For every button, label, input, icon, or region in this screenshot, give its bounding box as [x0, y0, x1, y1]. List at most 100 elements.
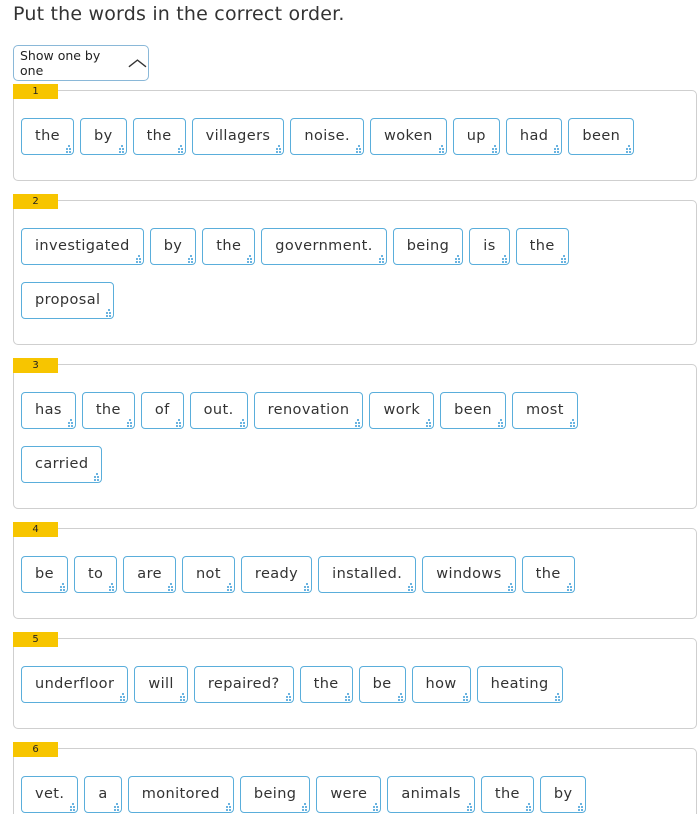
word-chip[interactable]: villagers [191, 118, 285, 155]
word-row: proposal [21, 282, 115, 319]
word-chip[interactable]: investigated [21, 228, 144, 265]
word-chip[interactable]: been [568, 118, 635, 155]
word-chip-label: woken [383, 128, 433, 144]
word-chip[interactable]: repaired? [193, 666, 294, 703]
word-chip-label: the [146, 128, 172, 144]
drag-handle-icon [565, 583, 572, 591]
word-chip[interactable]: by [80, 118, 127, 155]
drag-handle-icon [424, 419, 432, 427]
word-chip[interactable]: proposal [21, 282, 115, 319]
word-chip[interactable]: had [505, 118, 563, 155]
word-chip[interactable]: the [132, 118, 186, 155]
word-chip[interactable]: work [369, 392, 435, 429]
drag-handle-icon [58, 583, 65, 591]
word-chip[interactable]: been [440, 392, 507, 429]
drag-handle-icon [343, 693, 350, 701]
drag-handle-icon [576, 803, 584, 811]
word-chip-label: proposal [35, 292, 101, 308]
word-chip[interactable]: to [73, 556, 118, 593]
drag-handle-icon [559, 255, 566, 263]
exercise-number: 5 [13, 632, 58, 647]
drag-handle-icon [371, 803, 379, 811]
word-chip[interactable]: most [512, 392, 578, 429]
word-chip[interactable]: windows [422, 556, 516, 593]
word-chip[interactable]: carried [21, 446, 103, 483]
word-chip[interactable]: the [480, 776, 534, 813]
word-chip[interactable]: of [140, 392, 184, 429]
word-chip[interactable]: not [181, 556, 235, 593]
word-chip-label: underfloor [35, 676, 115, 692]
word-chip[interactable]: are [123, 556, 176, 593]
drag-handle-icon [553, 693, 560, 701]
word-chip[interactable]: by [539, 776, 587, 813]
word-chip[interactable]: by [149, 228, 197, 265]
drag-handle-icon [245, 255, 253, 263]
word-chip[interactable]: installed. [318, 556, 417, 593]
word-chip-label: of [154, 402, 170, 418]
word-chip-label: were [330, 786, 368, 802]
word-chip[interactable]: is [469, 228, 510, 265]
word-chip[interactable]: underfloor [21, 666, 129, 703]
word-chip-label: up [466, 128, 486, 144]
word-chip[interactable]: the [521, 556, 575, 593]
word-chip-label: the [494, 786, 520, 802]
exercise-number: 4 [13, 522, 58, 537]
word-chip-label: the [216, 238, 242, 254]
exercise-card-2 [13, 200, 697, 345]
word-chip[interactable]: were [316, 776, 382, 813]
word-chip[interactable]: up [452, 118, 500, 155]
word-chip[interactable]: the [515, 228, 569, 265]
word-chip[interactable]: the [21, 118, 74, 155]
drag-handle-icon [107, 583, 115, 591]
word-chip[interactable]: renovation [253, 392, 364, 429]
word-chip[interactable]: government. [261, 228, 387, 265]
word-chip[interactable]: being [239, 776, 311, 813]
word-chip-label: being [406, 238, 450, 254]
word-chip[interactable]: being [392, 228, 464, 265]
show-one-by-one-toggle[interactable]: Show one by one [13, 45, 149, 81]
drag-handle-icon [176, 145, 183, 153]
word-chip[interactable]: be [358, 666, 406, 703]
word-row: carried [21, 446, 103, 483]
drag-handle-icon [453, 255, 461, 263]
word-chip[interactable]: vet. [21, 776, 79, 813]
word-chip-label: be [372, 676, 392, 692]
word-chip-label: ready [254, 566, 299, 582]
word-chip[interactable]: heating [476, 666, 563, 703]
word-chip-label: by [94, 128, 113, 144]
word-chip-label: heating [490, 676, 549, 692]
word-row: vet. a monitored being were animals the by [21, 776, 587, 813]
drag-handle-icon [300, 803, 308, 811]
word-chip[interactable]: how [411, 666, 471, 703]
word-chip-label: most [526, 402, 564, 418]
word-chip-label: the [35, 128, 60, 144]
drag-handle-icon [396, 693, 403, 701]
drag-handle-icon [274, 145, 282, 153]
word-chip-label: a [98, 786, 108, 802]
word-chip[interactable]: noise. [290, 118, 364, 155]
word-chip[interactable]: be [21, 556, 68, 593]
drag-handle-icon [406, 583, 414, 591]
word-chip[interactable]: a [84, 776, 122, 813]
word-chip[interactable]: out. [189, 392, 248, 429]
word-chip-label: not [195, 566, 221, 582]
word-row: the by the villagers noise. woken up had been [21, 118, 635, 155]
word-row: has the of out. renovation work been most [21, 392, 578, 429]
word-chip[interactable]: the [81, 392, 135, 429]
word-chip[interactable]: animals [387, 776, 475, 813]
word-chip[interactable]: will [134, 666, 188, 703]
exercise-number: 2 [13, 194, 58, 209]
drag-handle-icon [506, 583, 513, 591]
word-chip[interactable]: the [299, 666, 353, 703]
exercise-number: 6 [13, 742, 58, 757]
word-chip-label: had [519, 128, 549, 144]
word-chip-label: government. [275, 238, 373, 254]
drag-handle-icon [104, 309, 112, 317]
word-chip[interactable]: monitored [127, 776, 234, 813]
word-chip[interactable]: woken [369, 118, 447, 155]
word-chip-label: windows [436, 566, 502, 582]
word-chip[interactable]: has [21, 392, 76, 429]
word-chip[interactable]: ready [240, 556, 313, 593]
word-chip-label: vet. [35, 786, 65, 802]
word-chip[interactable]: the [202, 228, 256, 265]
